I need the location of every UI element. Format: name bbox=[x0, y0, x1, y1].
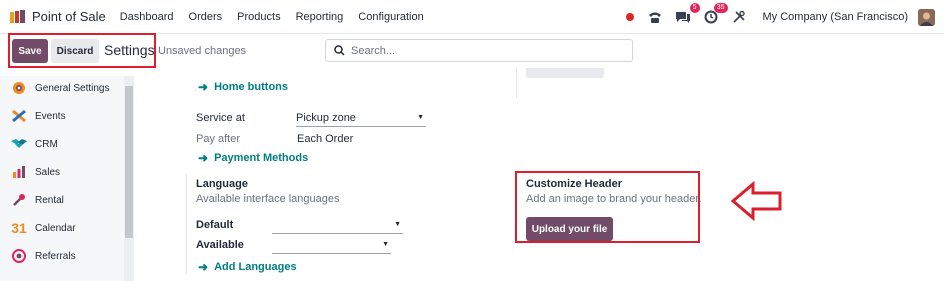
user-avatar[interactable] bbox=[918, 8, 935, 26]
crm-handshake-icon bbox=[11, 136, 27, 152]
menu-reporting[interactable]: Reporting bbox=[296, 11, 344, 23]
search-icon bbox=[334, 45, 345, 56]
column-divider bbox=[516, 68, 517, 98]
arrow-right-icon: ➜ bbox=[198, 151, 209, 165]
pay-after-label: Pay after bbox=[196, 133, 241, 145]
arrow-right-icon: ➜ bbox=[198, 80, 209, 94]
sidebar-item-label: General Settings bbox=[35, 82, 110, 94]
caret-down-icon: ▼ bbox=[394, 221, 401, 228]
service-at-select[interactable]: Pickup zone ▼ bbox=[296, 112, 426, 127]
add-languages-label: Add Languages bbox=[214, 261, 297, 273]
language-description: Available interface languages bbox=[196, 193, 340, 205]
caret-down-icon: ▼ bbox=[382, 241, 389, 248]
sidebar-scroll-thumb[interactable] bbox=[125, 86, 133, 238]
phone-icon[interactable] bbox=[647, 9, 663, 25]
menu-configuration[interactable]: Configuration bbox=[358, 11, 423, 23]
chat-icon[interactable]: 5 bbox=[675, 3, 700, 25]
service-at-label: Service at bbox=[196, 112, 245, 124]
sidebar-item-label: Calendar bbox=[35, 222, 76, 234]
sidebar-item-label: Sales bbox=[35, 166, 61, 178]
default-language-select[interactable]: ▼ bbox=[272, 219, 403, 234]
apps-icon[interactable] bbox=[9, 8, 27, 26]
messages-badge: 5 bbox=[689, 3, 700, 13]
sidebar-item-rental[interactable]: Rental bbox=[11, 190, 64, 210]
payment-methods-link[interactable]: ➜ Payment Methods bbox=[198, 151, 308, 165]
home-buttons-label: Home buttons bbox=[214, 81, 289, 93]
annotation-box-save-discard bbox=[8, 33, 156, 68]
sales-chart-icon bbox=[11, 164, 27, 180]
sidebar-item-crm[interactable]: CRM bbox=[11, 134, 58, 154]
sidebar-item-label: Rental bbox=[35, 194, 64, 206]
tools-icon[interactable] bbox=[731, 9, 747, 25]
sidebar-item-calendar[interactable]: 31 Calendar bbox=[11, 218, 76, 238]
default-language-label: Default bbox=[196, 219, 234, 231]
calendar-glyph: 31 bbox=[11, 220, 27, 236]
available-languages-label: Available bbox=[196, 239, 244, 251]
menu-products[interactable]: Products bbox=[237, 11, 280, 23]
annotation-box-customize-header bbox=[515, 171, 700, 243]
sidebar-item-label: CRM bbox=[35, 138, 58, 150]
language-title: Language bbox=[196, 178, 248, 190]
calendar-31-icon: 31 bbox=[11, 220, 27, 236]
partial-button[interactable] bbox=[526, 68, 604, 78]
available-languages-select[interactable]: ▼ bbox=[272, 239, 391, 254]
annotation-arrow-left-icon bbox=[731, 181, 782, 221]
search-placeholder: Search... bbox=[351, 44, 396, 57]
caret-down-icon: ▼ bbox=[417, 114, 424, 121]
top-navbar: Point of Sale Dashboard Orders Products … bbox=[0, 0, 944, 34]
sidebar-item-sales[interactable]: Sales bbox=[11, 162, 60, 182]
menu-orders[interactable]: Orders bbox=[189, 11, 223, 23]
sidebar-item-events[interactable]: Events bbox=[11, 106, 66, 126]
sidebar-item-general-settings[interactable]: General Settings bbox=[11, 78, 110, 98]
arrow-right-icon: ➜ bbox=[198, 260, 209, 274]
referrals-icon bbox=[11, 248, 27, 264]
gear-multicolor-icon bbox=[11, 80, 27, 96]
home-buttons-link[interactable]: ➜ Home buttons bbox=[198, 80, 288, 94]
sidebar-item-referrals[interactable]: Referrals bbox=[11, 246, 76, 266]
events-icon bbox=[11, 108, 27, 124]
record-dot-icon[interactable] bbox=[625, 13, 634, 21]
systray: 5 35 My Company (San Francisco) bbox=[625, 0, 944, 34]
activities-badge: 35 bbox=[713, 3, 728, 13]
sidebar-item-label: Events bbox=[35, 110, 66, 122]
search-input[interactable]: Search... bbox=[325, 39, 633, 62]
sidebar-item-label: Referrals bbox=[35, 250, 76, 262]
language-section-border bbox=[186, 174, 187, 274]
company-switcher[interactable]: My Company (San Francisco) bbox=[763, 11, 909, 23]
service-at-value: Pickup zone bbox=[296, 112, 356, 124]
menu-dashboard[interactable]: Dashboard bbox=[120, 11, 174, 23]
app-brand[interactable]: Point of Sale bbox=[32, 9, 106, 24]
unsaved-status: Unsaved changes bbox=[158, 45, 247, 57]
add-languages-link[interactable]: ➜ Add Languages bbox=[198, 260, 297, 274]
payment-methods-label: Payment Methods bbox=[214, 152, 309, 164]
rental-key-icon bbox=[11, 192, 27, 208]
pay-after-value: Each Order bbox=[297, 133, 354, 145]
clock-icon[interactable]: 35 bbox=[703, 3, 728, 25]
